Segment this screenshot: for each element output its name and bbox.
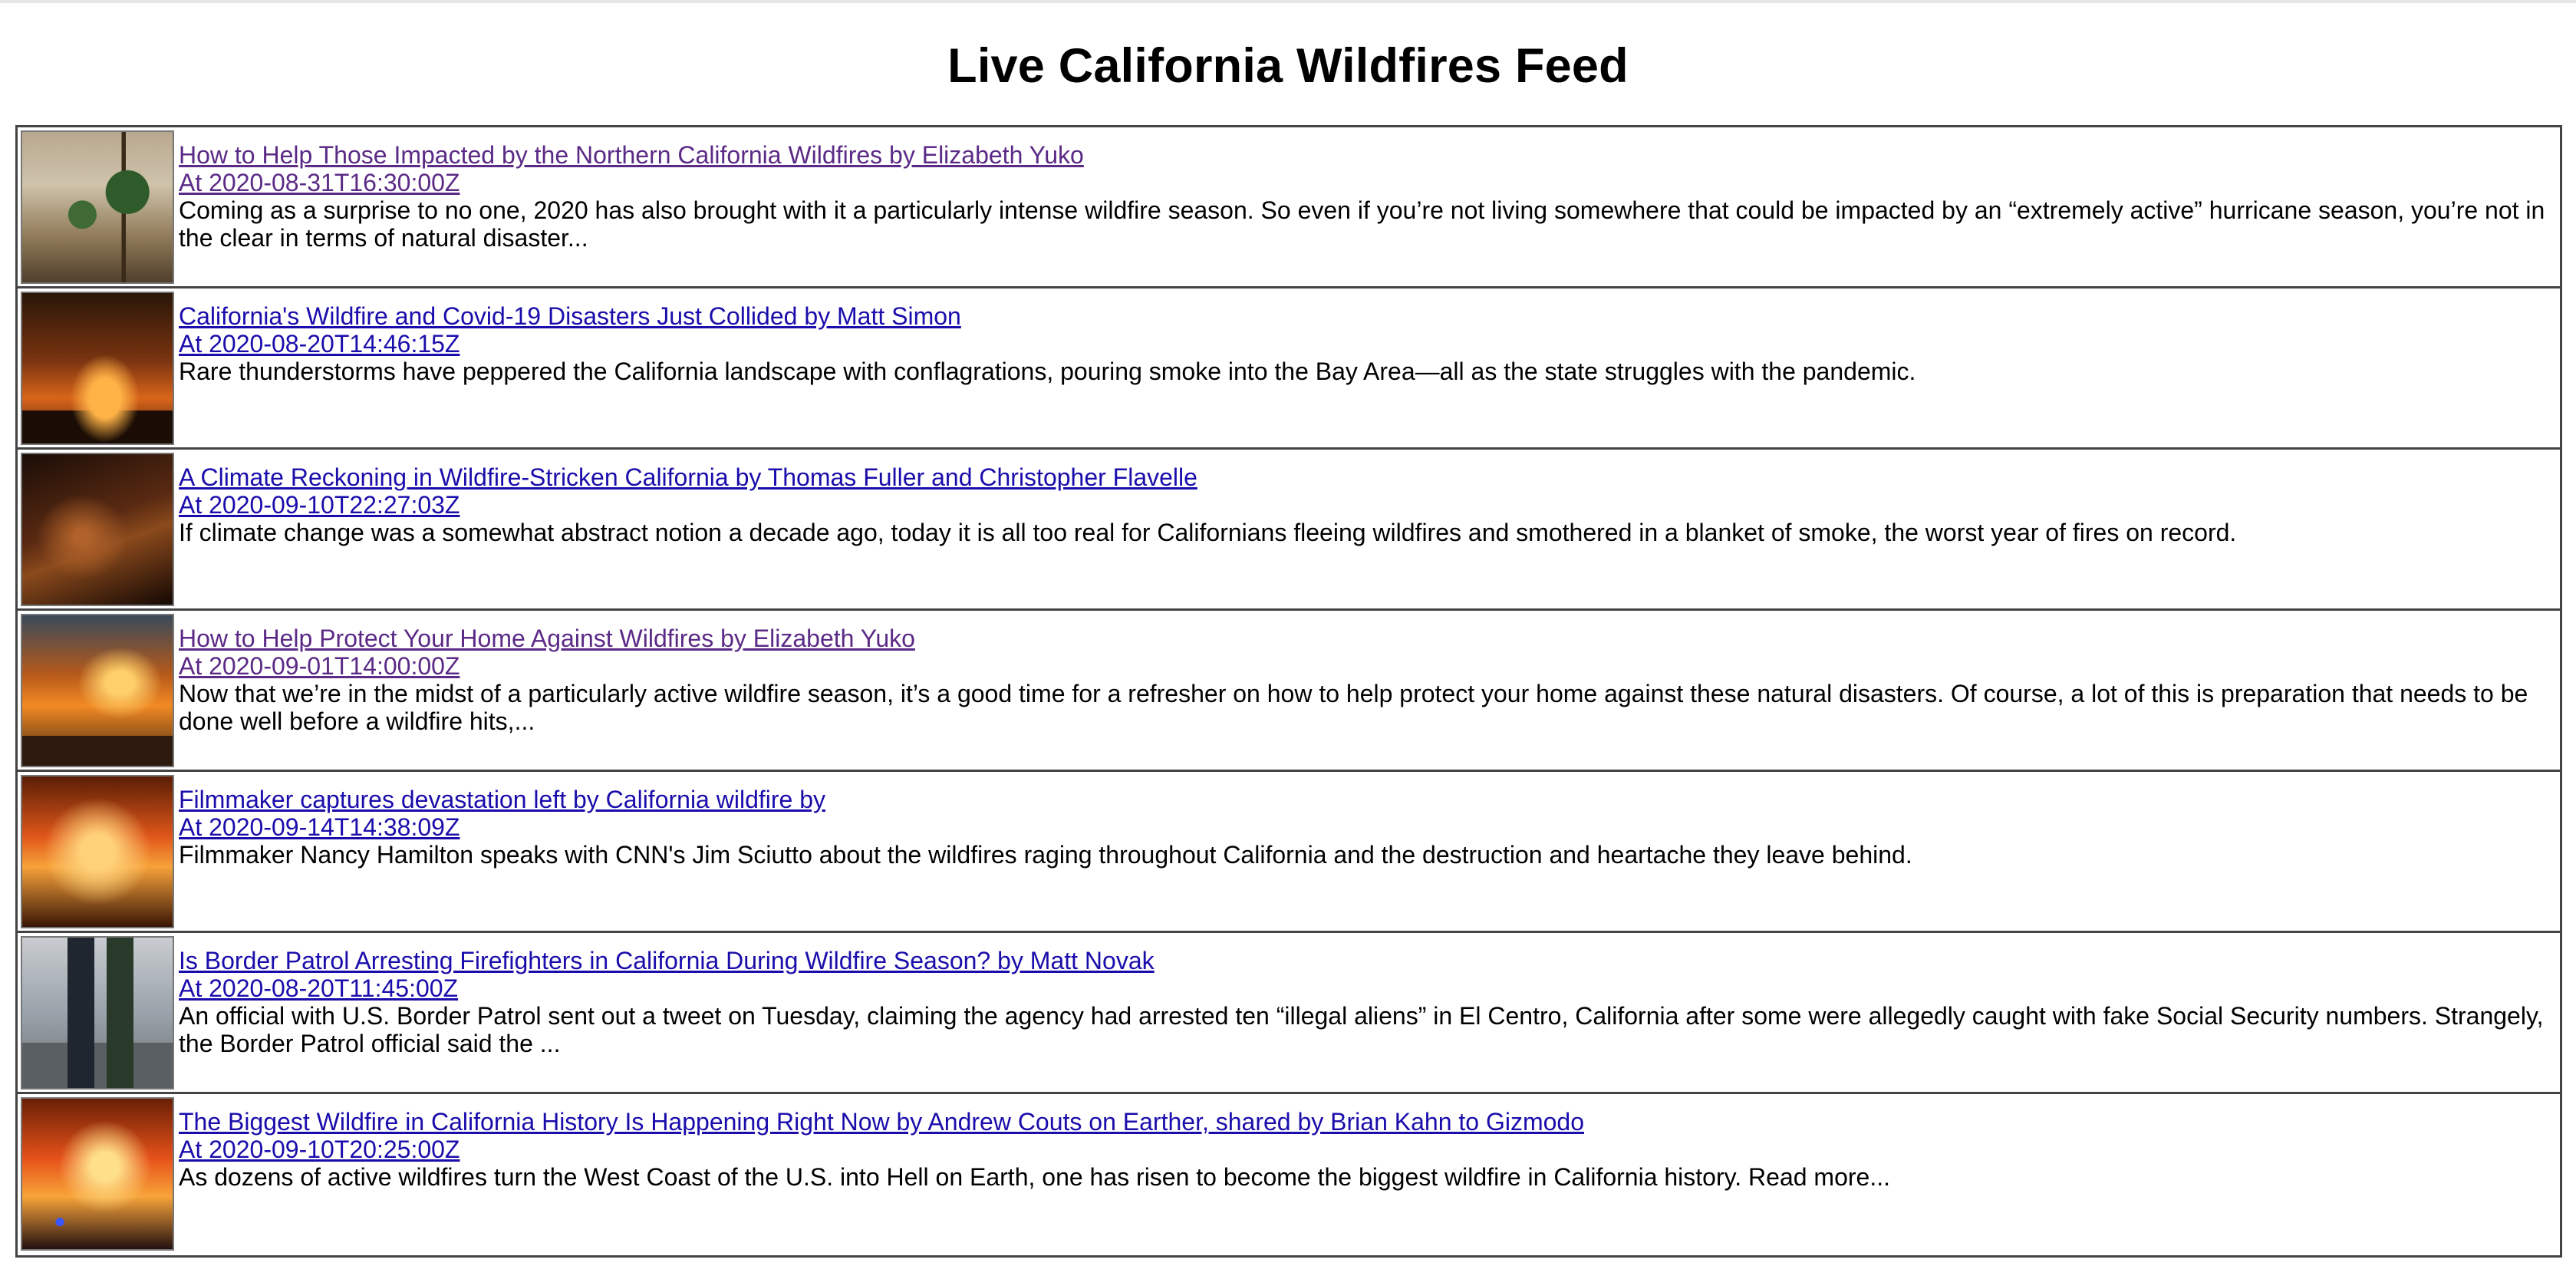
article-thumbnail bbox=[21, 1097, 174, 1251]
article-timestamp-link[interactable]: At 2020-09-10T22:27:03Z bbox=[179, 491, 2555, 519]
article-timestamp-link[interactable]: At 2020-08-31T16:30:00Z bbox=[179, 169, 2555, 196]
table-row: Filmmaker captures devastation left by C… bbox=[18, 772, 2560, 933]
table-row: The Biggest Wildfire in California Histo… bbox=[18, 1094, 2560, 1255]
news-feed-table: How to Help Those Impacted by the Northe… bbox=[15, 125, 2562, 1258]
article-thumbnail bbox=[21, 775, 174, 928]
article-cell: Is Border Patrol Arresting Firefighters … bbox=[174, 936, 2555, 1089]
table-row: How to Help Protect Your Home Against Wi… bbox=[18, 611, 2560, 772]
article-thumbnail bbox=[21, 292, 174, 445]
article-description: As dozens of active wildfires turn the W… bbox=[179, 1163, 1890, 1191]
article-timestamp-link[interactable]: At 2020-08-20T14:46:15Z bbox=[179, 330, 2555, 358]
article-timestamp-link[interactable]: At 2020-09-01T14:00:00Z bbox=[179, 652, 2555, 680]
table-row: How to Help Those Impacted by the Northe… bbox=[18, 127, 2560, 288]
article-title-link[interactable]: A Climate Reckoning in Wildfire-Stricken… bbox=[179, 463, 2555, 491]
article-title-link[interactable]: California's Wildfire and Covid-19 Disas… bbox=[179, 302, 2555, 330]
article-thumbnail bbox=[21, 614, 174, 767]
top-divider bbox=[0, 0, 2576, 3]
article-title-link[interactable]: How to Help Protect Your Home Against Wi… bbox=[179, 625, 2555, 652]
article-thumbnail bbox=[21, 936, 174, 1090]
article-title-link[interactable]: Is Border Patrol Arresting Firefighters … bbox=[179, 947, 2555, 974]
article-title-link[interactable]: Filmmaker captures devastation left by C… bbox=[179, 786, 2555, 813]
article-cell: How to Help Protect Your Home Against Wi… bbox=[174, 614, 2555, 767]
article-cell: California's Wildfire and Covid-19 Disas… bbox=[174, 292, 2555, 444]
article-description: Filmmaker Nancy Hamilton speaks with CNN… bbox=[179, 841, 1912, 869]
article-description: Coming as a surprise to no one, 2020 has… bbox=[179, 196, 2545, 252]
article-description: If climate change was a somewhat abstrac… bbox=[179, 519, 2237, 546]
article-timestamp-link[interactable]: At 2020-09-10T20:25:00Z bbox=[179, 1136, 2555, 1163]
article-cell: The Biggest Wildfire in California Histo… bbox=[174, 1097, 2555, 1252]
article-cell: A Climate Reckoning in Wildfire-Stricken… bbox=[174, 453, 2555, 605]
article-title-link[interactable]: The Biggest Wildfire in California Histo… bbox=[179, 1108, 2555, 1136]
article-thumbnail bbox=[21, 130, 174, 284]
article-thumbnail bbox=[21, 453, 174, 606]
page-title: Live California Wildfires Feed bbox=[947, 39, 1629, 93]
article-timestamp-link[interactable]: At 2020-09-14T14:38:09Z bbox=[179, 813, 2555, 841]
article-description: An official with U.S. Border Patrol sent… bbox=[179, 1002, 2544, 1057]
article-cell: Filmmaker captures devastation left by C… bbox=[174, 775, 2555, 928]
article-description: Now that we’re in the midst of a particu… bbox=[179, 680, 2528, 735]
table-row: A Climate Reckoning in Wildfire-Stricken… bbox=[18, 450, 2560, 611]
table-row: Is Border Patrol Arresting Firefighters … bbox=[18, 933, 2560, 1094]
article-timestamp-link[interactable]: At 2020-08-20T11:45:00Z bbox=[179, 974, 2555, 1002]
article-cell: How to Help Those Impacted by the Northe… bbox=[174, 130, 2555, 283]
table-row: California's Wildfire and Covid-19 Disas… bbox=[18, 288, 2560, 450]
article-description: Rare thunderstorms have peppered the Cal… bbox=[179, 358, 1916, 385]
article-title-link[interactable]: How to Help Those Impacted by the Northe… bbox=[179, 141, 2555, 169]
